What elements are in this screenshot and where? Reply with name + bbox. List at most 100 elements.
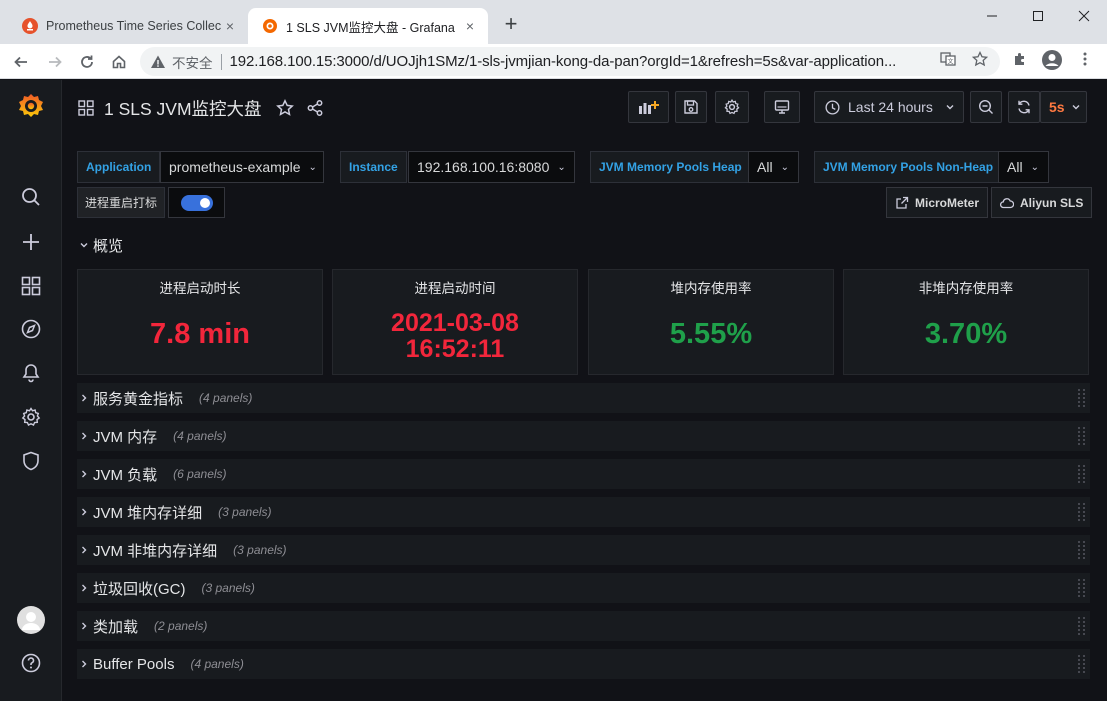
collapsed-row[interactable]: JVM 堆内存详细 (3 panels) <box>77 497 1090 527</box>
bookmark-star-icon[interactable] <box>971 50 989 68</box>
chevron-down-icon: ⌄ <box>308 161 317 173</box>
variable-label-nonheap: JVM Memory Pools Non-Heap <box>814 151 1003 183</box>
variable-select-nonheap[interactable]: All ⌄ <box>998 151 1049 183</box>
row-panel-count: (4 panels) <box>199 391 253 405</box>
chevron-right-icon <box>79 431 91 441</box>
stat-panel-uptime[interactable]: 进程启动时长 7.8 min <box>77 269 323 375</box>
dashboard-header: 1 SLS JVM监控大盘 <box>78 96 324 120</box>
collapsed-row[interactable]: JVM 非堆内存详细 (3 panels) <box>77 535 1090 565</box>
warning-icon[interactable] <box>150 54 166 70</box>
drag-handle-icon[interactable] <box>1078 579 1086 597</box>
micrometer-link-button[interactable]: MicroMeter <box>886 187 989 218</box>
row-title: JVM 堆内存详细 <box>93 504 203 522</box>
drag-handle-icon[interactable] <box>1078 503 1086 521</box>
shield-icon[interactable] <box>19 449 43 473</box>
drag-handle-icon[interactable] <box>1078 427 1086 445</box>
time-range-label: Last 24 hours <box>848 99 933 115</box>
stat-value: 3.70% <box>924 318 1008 350</box>
plus-icon[interactable] <box>19 230 43 254</box>
tv-mode-icon[interactable] <box>764 91 800 123</box>
variable-select-application[interactable]: prometheus-example ⌄ <box>160 151 324 183</box>
back-icon[interactable] <box>8 49 34 75</box>
dashboard-settings-icon[interactable] <box>715 91 749 123</box>
toggle-knob <box>199 197 210 208</box>
forward-icon[interactable] <box>42 49 68 75</box>
collapsed-row[interactable]: 垃圾回收(GC) (3 panels) <box>77 573 1090 603</box>
variable-value: 192.168.100.16:8080 <box>417 159 550 175</box>
aliyun-sls-link-button[interactable]: Aliyun SLS <box>991 187 1093 218</box>
stat-panel-nonheap-usage[interactable]: 非堆内存使用率 3.70% <box>843 269 1089 375</box>
tab-close-icon[interactable]: × <box>462 18 478 34</box>
extensions-icon[interactable] <box>1011 50 1029 68</box>
menu-kebab-icon[interactable] <box>1076 50 1094 68</box>
collapsed-row[interactable]: JVM 负载 (6 panels) <box>77 459 1090 489</box>
save-dashboard-icon[interactable] <box>675 91 707 123</box>
link-label: MicroMeter <box>915 195 980 210</box>
zoom-out-icon[interactable] <box>970 91 1002 123</box>
url-text[interactable]: 192.168.100.15:3000/d/UOJjh1SMz/1-sls-jv… <box>230 53 920 70</box>
collapsed-row[interactable]: 类加载 (2 panels) <box>77 611 1090 641</box>
tab-close-icon[interactable]: × <box>222 18 238 34</box>
drag-handle-icon[interactable] <box>1078 465 1086 483</box>
star-icon[interactable] <box>275 99 294 117</box>
row-panel-count: (3 panels) <box>201 581 255 595</box>
row-overview[interactable]: 概览 <box>77 230 1090 260</box>
collapsed-row[interactable]: Buffer Pools (4 panels) <box>77 649 1090 679</box>
collapsed-row[interactable]: JVM 内存 (4 panels) <box>77 421 1090 451</box>
drag-handle-icon[interactable] <box>1078 617 1086 635</box>
profile-icon[interactable] <box>1041 49 1063 71</box>
variable-value: All <box>1007 159 1023 175</box>
chevron-down-icon <box>945 102 955 112</box>
user-avatar-icon[interactable] <box>17 606 45 634</box>
add-panel-button[interactable] <box>628 91 669 123</box>
chevron-down-icon <box>1071 102 1081 112</box>
collapsed-row[interactable]: 服务黄金指标 (4 panels) <box>77 383 1090 413</box>
close-window-icon[interactable] <box>1061 4 1107 28</box>
browser-toolbar: 不安全 192.168.100.15:3000/d/UOJjh1SMz/1-sl… <box>0 44 1107 79</box>
row-panel-count: (4 panels) <box>190 657 244 671</box>
time-range-picker[interactable]: Last 24 hours <box>814 91 964 123</box>
new-tab-button[interactable]: + <box>500 13 522 36</box>
tab-prometheus[interactable]: Prometheus Time Series Collec × <box>8 8 248 44</box>
dashboards-icon[interactable] <box>19 274 43 298</box>
refresh-interval-label: 5s <box>1049 99 1065 115</box>
variable-select-heap[interactable]: All ⌄ <box>748 151 799 183</box>
drag-handle-icon[interactable] <box>1078 655 1086 673</box>
help-icon[interactable] <box>19 651 43 675</box>
chevron-right-icon <box>79 583 91 593</box>
minimize-icon[interactable] <box>969 4 1015 28</box>
drag-handle-icon[interactable] <box>1078 389 1086 407</box>
row-title: 类加载 <box>93 618 139 636</box>
address-bar[interactable]: 不安全 192.168.100.15:3000/d/UOJjh1SMz/1-sl… <box>140 47 1000 76</box>
search-icon[interactable] <box>19 185 43 209</box>
grafana-logo-icon[interactable] <box>17 92 45 120</box>
stat-panel-heap-usage[interactable]: 堆内存使用率 5.55% <box>588 269 834 375</box>
browser-tab-bar: Prometheus Time Series Collec × 1 SLS JV… <box>0 0 1107 44</box>
chevron-down-icon: ⌄ <box>780 161 789 173</box>
page-title[interactable]: 1 SLS JVM监控大盘 <box>104 96 262 121</box>
toggle-switch[interactable] <box>180 194 213 211</box>
refresh-icon[interactable] <box>1008 91 1040 123</box>
maximize-icon[interactable] <box>1015 4 1061 28</box>
dashboard-grid-icon <box>78 100 94 116</box>
insecure-label: 不安全 <box>172 55 213 71</box>
tab-grafana[interactable]: 1 SLS JVM监控大盘 - Grafana × <box>248 8 488 44</box>
stat-value: 7.8 min <box>150 318 250 350</box>
home-icon[interactable] <box>106 49 132 75</box>
variable-select-instance[interactable]: 192.168.100.16:8080 ⌄ <box>408 151 575 183</box>
translate-icon[interactable]: 文 <box>939 50 957 68</box>
restart-marker-toggle[interactable] <box>168 187 225 218</box>
settings-gear-icon[interactable] <box>19 405 43 429</box>
share-icon[interactable] <box>306 99 324 117</box>
divider <box>220 53 222 70</box>
explore-icon[interactable] <box>19 317 43 341</box>
prometheus-favicon-icon <box>22 18 38 34</box>
drag-handle-icon[interactable] <box>1078 541 1086 559</box>
reload-icon[interactable] <box>74 49 100 75</box>
stat-panel-start-time[interactable]: 进程启动时间 2021-03-08 16:52:11 <box>332 269 578 375</box>
tab-title: Prometheus Time Series Collec <box>46 19 222 33</box>
chevron-right-icon <box>79 393 91 403</box>
refresh-interval-picker[interactable]: 5s <box>1040 91 1087 123</box>
alerting-bell-icon[interactable] <box>19 361 43 385</box>
variable-value: All <box>757 159 773 175</box>
